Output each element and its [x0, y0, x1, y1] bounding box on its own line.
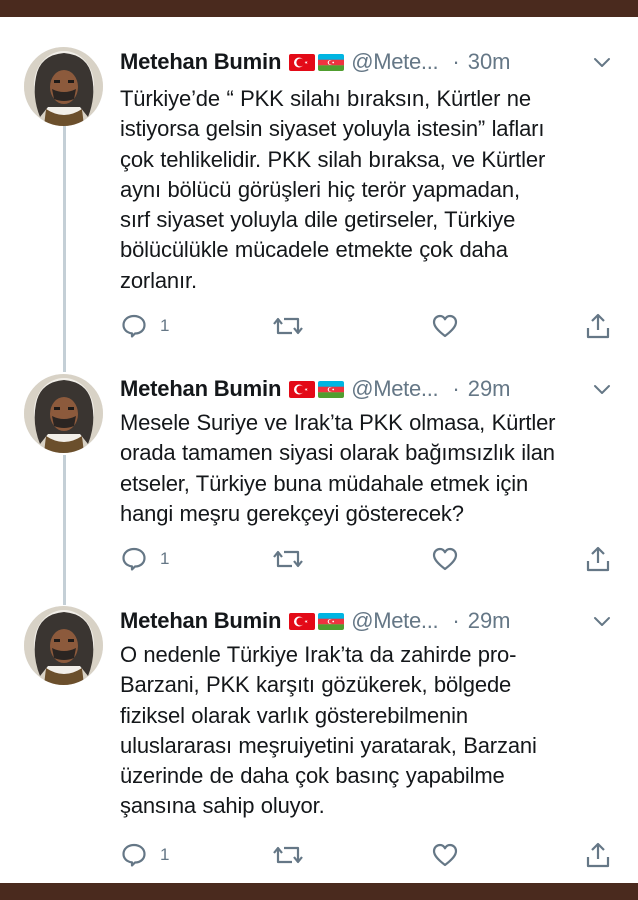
like-button[interactable]	[431, 312, 459, 340]
reply-icon	[120, 545, 148, 573]
reply-icon	[120, 841, 148, 869]
reply-count: 1	[160, 549, 170, 568]
like-button[interactable]	[431, 545, 459, 573]
username[interactable]: @Mete...	[351, 47, 438, 77]
reply-count: 1	[160, 316, 170, 335]
share-icon	[584, 841, 612, 869]
retweet-icon	[272, 545, 304, 573]
chevron-down-icon[interactable]	[591, 51, 613, 73]
tweet-text: Türkiye’de “ PKK silahı bıraksın, Kürtle…	[120, 84, 625, 296]
tweet-text: Mesele Suriye ve Irak’ta PKK olmasa, Kür…	[120, 408, 625, 529]
tweet-text-line: etseler, Türkiye buna müdahale etmek içi…	[120, 470, 529, 496]
tweet-text-line: hangi meşru gerekçeyi gösterecek?	[120, 500, 464, 526]
tweet-text-line: şansına sahip oluyor.	[120, 793, 325, 819]
heart-icon	[431, 545, 459, 573]
tweet-text-line: aynı bölücü görüşleri hiç terör yapmadan…	[120, 176, 520, 202]
turkey-flag-icon	[289, 612, 316, 630]
username[interactable]: @Mete...	[351, 374, 438, 404]
separator-dot: ·	[452, 49, 460, 74]
tweet-header: Metehan Bumin @Mete... · 29m	[120, 374, 620, 404]
heart-icon	[431, 312, 459, 340]
tweet[interactable]: Metehan Bumin @Mete... · 29m O nedenle T…	[0, 606, 638, 876]
tweet[interactable]: Metehan Bumin @Mete... · 29m Mesele Suri…	[0, 374, 638, 584]
reply-button[interactable]: 1	[120, 841, 169, 869]
tweet-header: Metehan Bumin @Mete... · 30m	[120, 47, 620, 77]
reply-count: 1	[160, 845, 170, 864]
separator-dot: ·	[452, 608, 460, 633]
tweet-text-line: fiziksel olarak varlık gösterebilmenin	[120, 702, 468, 728]
retweet-button[interactable]	[272, 545, 304, 573]
turkey-flag-icon	[289, 53, 316, 71]
tweet-actions: 1	[120, 545, 620, 573]
reply-button[interactable]: 1	[120, 312, 169, 340]
timestamp[interactable]: 29m	[468, 374, 511, 404]
avatar[interactable]	[24, 47, 103, 126]
timestamp[interactable]: 30m	[468, 47, 511, 77]
share-button[interactable]	[584, 545, 612, 573]
photo-frame-bottom	[0, 883, 638, 900]
retweet-icon	[272, 312, 304, 340]
timestamp[interactable]: 29m	[468, 606, 511, 636]
heart-icon	[431, 841, 459, 869]
tweet-header: Metehan Bumin @Mete... · 29m	[120, 606, 620, 636]
tweet-text-line: orada tamamen siyasi olarak bağımsızlık …	[120, 440, 555, 466]
azerbaijan-flag-icon	[318, 380, 345, 398]
tweet-text-line: istiyorsa gelsin siyaset yoluyla istesin…	[120, 116, 545, 142]
display-name[interactable]: Metehan Bumin	[120, 47, 281, 77]
avatar[interactable]	[24, 374, 103, 453]
tweet-text-line: uluslararası meşruiyetini yaratarak, Bar…	[120, 732, 537, 758]
avatar[interactable]	[24, 606, 103, 685]
azerbaijan-flag-icon	[318, 612, 345, 630]
tweet-text-line: zorlanır.	[120, 267, 197, 293]
turkey-flag-icon	[289, 380, 316, 398]
separator-dot: ·	[452, 376, 460, 401]
share-button[interactable]	[584, 841, 612, 869]
share-icon	[584, 312, 612, 340]
share-button[interactable]	[584, 312, 612, 340]
display-name[interactable]: Metehan Bumin	[120, 606, 281, 636]
like-button[interactable]	[431, 841, 459, 869]
tweet-actions: 1	[120, 841, 620, 869]
photo-frame-top	[0, 0, 638, 17]
tweet-text-line: bölücülükle mücadele etmekte çok daha	[120, 237, 508, 263]
tweet-actions: 1	[120, 312, 620, 340]
share-icon	[584, 545, 612, 573]
tweet-text: O nedenle Türkiye Irak’ta da zahirde pro…	[120, 640, 625, 822]
retweet-icon	[272, 841, 304, 869]
reply-button[interactable]: 1	[120, 545, 169, 573]
retweet-button[interactable]	[272, 841, 304, 869]
username[interactable]: @Mete...	[351, 606, 438, 636]
tweet-text-line: Barzani, PKK karşıtı gözükerek, bölgede	[120, 672, 512, 698]
tweet-text-line: Türkiye’de “ PKK silahı bıraksın, Kürtle…	[120, 86, 531, 111]
retweet-button[interactable]	[272, 312, 304, 340]
tweet-text-line: O nedenle Türkiye Irak’ta da zahirde pro…	[120, 642, 517, 667]
display-name[interactable]: Metehan Bumin	[120, 374, 281, 404]
azerbaijan-flag-icon	[318, 53, 345, 71]
reply-icon	[120, 312, 148, 340]
tweet-text-line: Mesele Suriye ve Irak’ta PKK olmasa, Kür…	[120, 410, 556, 435]
tweet-text-line: çok tehlikelidir. PKK silah bıraksa, ve …	[120, 146, 546, 172]
tweet[interactable]: Metehan Bumin @Mete... · 30m Türkiye’de …	[0, 47, 638, 347]
tweet-text-line: üzerinde de daha çok basınç yapabilme	[120, 763, 505, 789]
chevron-down-icon[interactable]	[591, 378, 613, 400]
chevron-down-icon[interactable]	[591, 610, 613, 632]
tweet-text-line: sırf siyaset yoluyla dile getirseler, Tü…	[120, 207, 516, 233]
